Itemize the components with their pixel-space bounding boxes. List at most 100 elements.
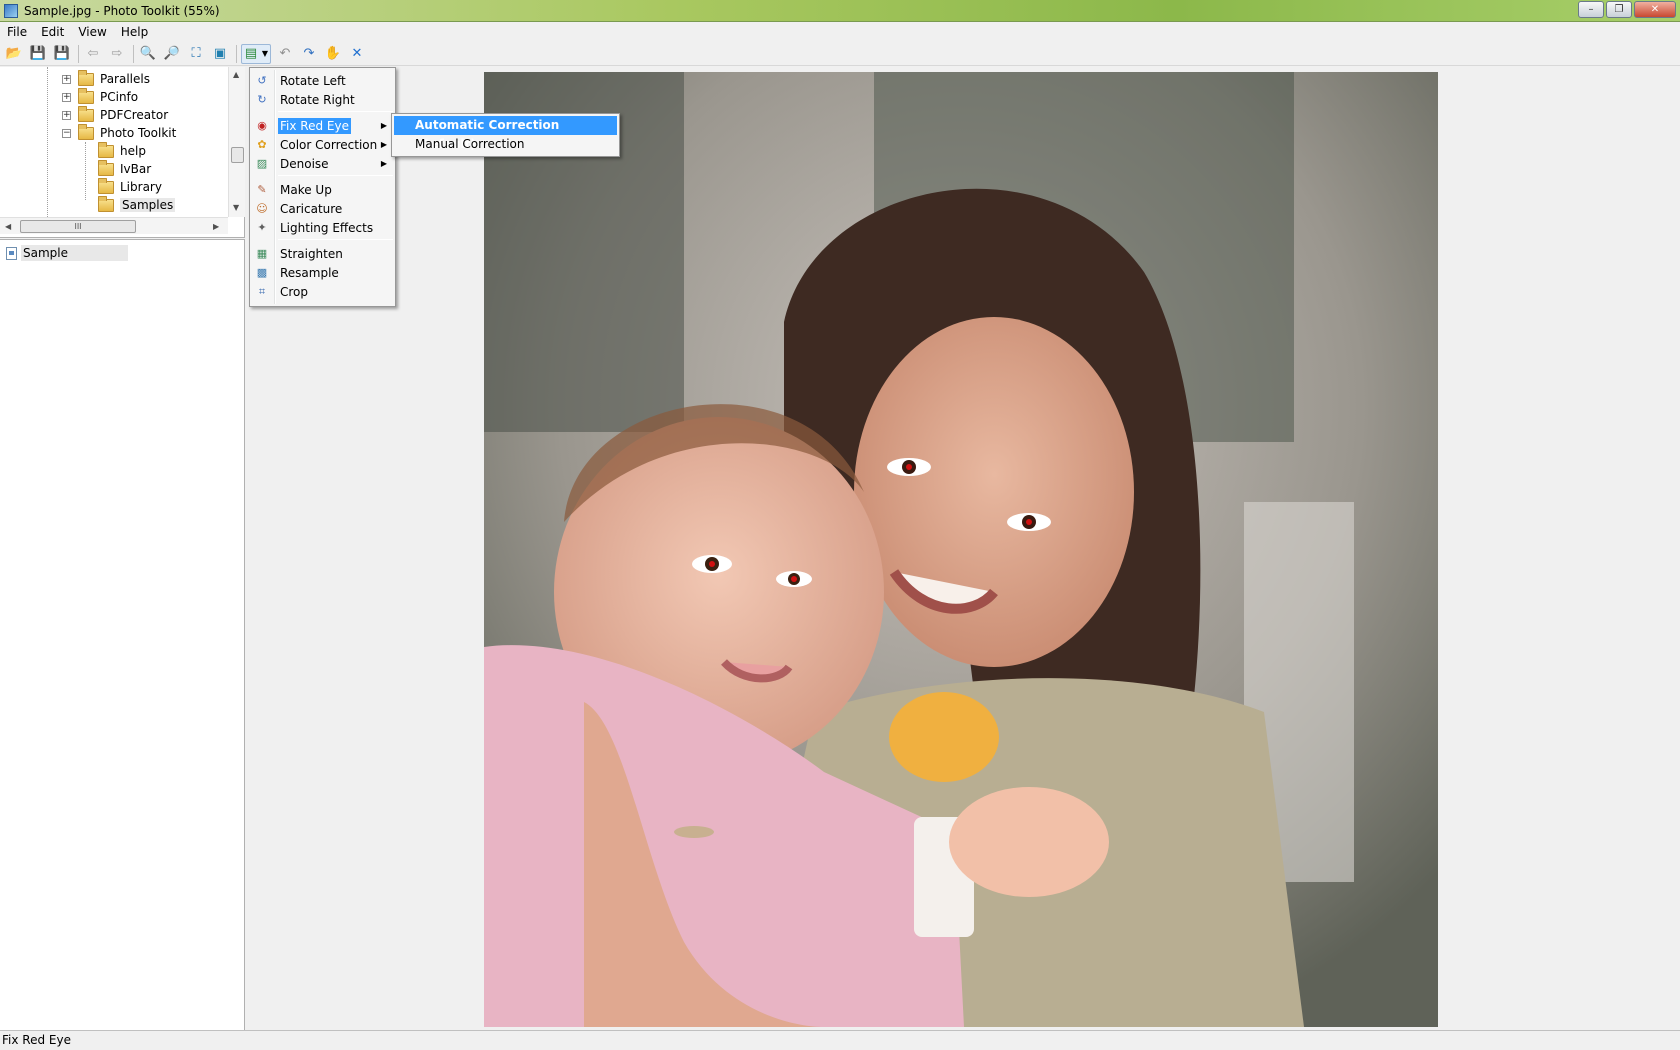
toolbar-separator: [78, 44, 79, 63]
scrollbar-thumb[interactable]: [231, 147, 244, 163]
menu-separator: [278, 239, 393, 240]
tree-item-label: help: [120, 144, 146, 158]
minimize-button[interactable]: –: [1578, 1, 1604, 18]
expand-icon[interactable]: +: [62, 92, 71, 102]
folder-icon: [98, 195, 114, 212]
resample-icon: ▩: [256, 266, 268, 279]
maximize-button[interactable]: ❐: [1606, 1, 1632, 18]
toolbar-separator: [236, 44, 237, 63]
delete-icon[interactable]: ✕: [347, 44, 367, 64]
tree-item-label: IvBar: [120, 162, 152, 176]
left-panel: + Parallels + PCinfo + PDFCreator − Phot…: [0, 67, 245, 1030]
save-icon[interactable]: 💾: [28, 44, 48, 64]
menu-item-color-correction[interactable]: ✿ Color Correction ▶: [252, 135, 393, 154]
scroll-right-icon[interactable]: ▶: [213, 222, 219, 231]
scrollbar-thumb[interactable]: III: [20, 220, 136, 233]
rotate-right-icon: ↻: [257, 93, 267, 106]
tree-item-library[interactable]: Library: [98, 177, 162, 196]
tree-item-photo-toolkit[interactable]: − Photo Toolkit: [62, 123, 176, 142]
menu-item-label: Make Up: [280, 182, 332, 197]
file-list-item[interactable]: Sample: [6, 245, 128, 261]
denoise-icon: ▨: [256, 157, 268, 170]
menu-item-label: Straighten: [280, 246, 343, 261]
status-bar: Fix Red Eye: [0, 1030, 1680, 1050]
menu-item-crop[interactable]: ⌗ Crop: [252, 282, 393, 301]
menu-item-resample[interactable]: ▩ Resample: [252, 263, 393, 282]
tree-item-ivbar[interactable]: IvBar: [98, 159, 152, 178]
tree-item-samples[interactable]: Samples: [98, 195, 176, 214]
menu-item-label: Resample: [280, 265, 339, 280]
menu-file[interactable]: File: [0, 22, 34, 42]
menu-item-label: Rotate Right: [280, 92, 355, 107]
tree-item-label: Library: [120, 180, 162, 194]
expand-icon[interactable]: +: [62, 74, 71, 84]
folder-icon: [98, 141, 114, 158]
collapse-icon[interactable]: −: [62, 128, 71, 138]
menu-item-make-up[interactable]: ✎ Make Up: [252, 180, 393, 199]
zoom-in-icon[interactable]: 🔎: [162, 44, 182, 64]
fit-to-window-icon[interactable]: ⛶: [186, 44, 206, 64]
photo-illustration: [484, 72, 1438, 1027]
menu-item-caricature[interactable]: ☺ Caricature: [252, 199, 393, 218]
folder-icon: [78, 69, 94, 86]
makeup-icon: ✎: [257, 183, 267, 196]
folder-icon: [98, 177, 114, 194]
chevron-down-icon: ▼: [261, 49, 269, 58]
menu-item-label: Crop: [280, 284, 309, 299]
forward-arrow-icon[interactable]: ⇨: [107, 44, 127, 64]
edit-tools-menu: ↺ Rotate Left ↻ Rotate Right ◉ Fix Red E…: [249, 67, 396, 307]
menu-item-straighten[interactable]: ▦ Straighten: [252, 244, 393, 263]
menu-item-lighting-effects[interactable]: ✦ Lighting Effects: [252, 218, 393, 237]
undo-icon[interactable]: ↶: [275, 44, 295, 64]
menu-item-label: Lighting Effects: [280, 220, 374, 235]
menu-view[interactable]: View: [71, 22, 113, 42]
open-folder-icon[interactable]: 📂: [4, 44, 24, 64]
straighten-icon: ▦: [256, 247, 268, 260]
tree-item-label: Parallels: [100, 72, 150, 86]
photo-preview[interactable]: [484, 72, 1438, 1027]
menu-item-rotate-right[interactable]: ↻ Rotate Right: [252, 90, 393, 109]
close-button[interactable]: ✕: [1634, 1, 1676, 18]
red-eye-icon: ◉: [257, 119, 267, 132]
folder-open-icon: [78, 123, 94, 140]
submenu-arrow-icon: ▶: [380, 140, 387, 149]
status-text: Fix Red Eye: [2, 1033, 71, 1047]
window-controls: – ❐ ✕: [1578, 1, 1676, 18]
redo-icon[interactable]: ↷: [299, 44, 319, 64]
color-correction-icon: ✿: [257, 138, 267, 151]
menu-item-label: Fix Red Eye: [278, 117, 351, 134]
folder-tree[interactable]: + Parallels + PCinfo + PDFCreator − Phot…: [0, 67, 245, 217]
save-as-icon[interactable]: 💾: [52, 44, 72, 64]
menu-item-rotate-left[interactable]: ↺ Rotate Left: [252, 71, 393, 90]
menu-edit[interactable]: Edit: [34, 22, 71, 42]
tree-horizontal-scrollbar[interactable]: ◀ III ▶: [0, 217, 228, 234]
file-name: Sample: [21, 245, 128, 261]
expand-icon[interactable]: +: [62, 110, 71, 120]
menu-item-automatic-correction[interactable]: Automatic Correction (Default): [394, 116, 617, 151]
scroll-down-icon[interactable]: ▼: [233, 203, 239, 212]
zoom-out-icon[interactable]: 🔍: [138, 44, 158, 64]
back-arrow-icon[interactable]: ⇦: [83, 44, 103, 64]
tree-item-help[interactable]: help: [98, 141, 146, 160]
hand-icon[interactable]: ✋: [323, 44, 343, 64]
lighting-icon: ✦: [257, 221, 267, 234]
menu-item-manual-correction[interactable]: Manual Correction: [394, 135, 617, 154]
tree-vertical-scrollbar[interactable]: ▲ ▼: [228, 67, 245, 217]
tree-item-pcinfo[interactable]: + PCinfo: [62, 87, 138, 106]
caricature-icon: ☺: [256, 202, 268, 215]
menu-item-denoise[interactable]: ▨ Denoise ▶: [252, 154, 393, 173]
app-icon: [4, 3, 18, 18]
tree-item-pdfcreator[interactable]: + PDFCreator: [62, 105, 168, 124]
image-canvas[interactable]: [246, 67, 1680, 1030]
tree-item-parallels[interactable]: + Parallels: [62, 69, 150, 88]
image-file-icon: [6, 246, 17, 260]
panel-splitter[interactable]: [0, 237, 245, 240]
folder-icon: [78, 105, 94, 122]
menu-help[interactable]: Help: [114, 22, 155, 42]
scroll-up-icon[interactable]: ▲: [233, 70, 239, 79]
edit-tools-dropdown[interactable]: ▤ ▼: [241, 43, 271, 64]
scroll-left-icon[interactable]: ◀: [5, 222, 11, 231]
menu-item-label: Color Correction: [280, 137, 378, 152]
actual-size-icon[interactable]: ▣: [210, 44, 230, 64]
menu-item-fix-red-eye[interactable]: ◉ Fix Red Eye ▶: [252, 116, 393, 135]
